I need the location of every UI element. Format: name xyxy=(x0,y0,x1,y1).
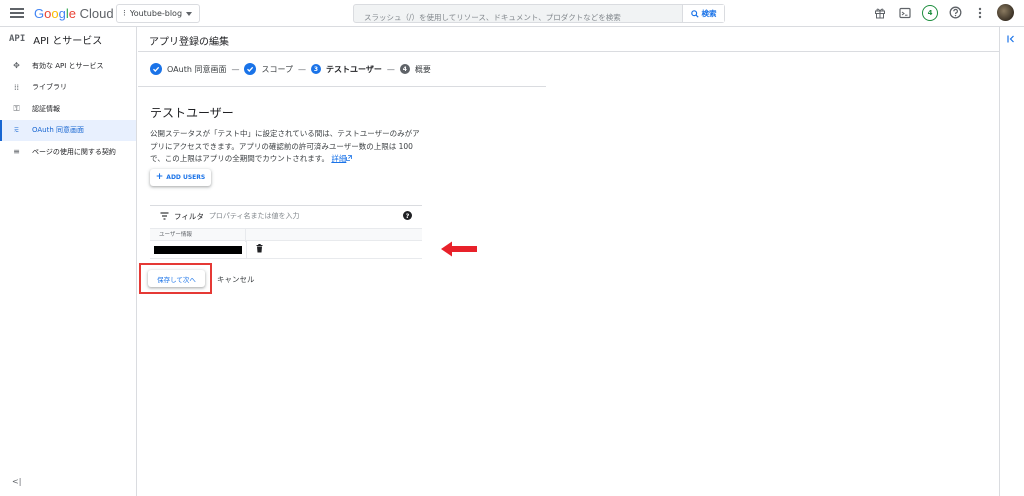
search-input[interactable] xyxy=(354,9,674,26)
sidebar-item-label: OAuth 同意画面 xyxy=(32,126,85,135)
delete-icon[interactable] xyxy=(256,244,263,256)
search-button[interactable]: 検索 xyxy=(682,5,724,22)
top-icons: 4 xyxy=(872,4,1014,21)
sidebar-item-oauth-consent[interactable]: ⩳ OAuth 同意画面 xyxy=(0,119,136,141)
step-number-3: 3 xyxy=(310,64,321,74)
step-separator: — xyxy=(231,64,240,74)
chevron-down-icon xyxy=(186,12,192,16)
step-separator: — xyxy=(297,64,306,74)
sidebar: API API とサービス ✥ 有効な API とサービス ⁞⁞ ライブラリ ⚿… xyxy=(0,27,137,496)
divider xyxy=(138,51,1000,52)
search-bar: 検索 xyxy=(353,4,725,26)
main-content: アプリ登録の編集 OAuth 同意画面 — スコープ — 3 テストユーザー —… xyxy=(138,27,1000,496)
project-icon: ⁝ xyxy=(123,8,126,19)
filter-bar: フィルタ xyxy=(150,206,422,226)
consent-icon: ⩳ xyxy=(14,125,19,135)
key-icon: ⚿ xyxy=(13,103,20,113)
sidebar-item-label: 認証情報 xyxy=(32,104,60,113)
add-users-label: ADD USERS xyxy=(166,174,206,181)
gift-icon[interactable] xyxy=(872,5,888,21)
table-header: ユーザー情報 xyxy=(150,228,422,242)
avatar[interactable] xyxy=(997,4,1014,21)
sidebar-header: API API とサービス xyxy=(0,27,136,51)
step-oauth-consent[interactable]: OAuth 同意画面 xyxy=(167,64,226,75)
check-icon xyxy=(244,63,257,75)
stepper: OAuth 同意画面 — スコープ — 3 テストユーザー — 4 概要 xyxy=(150,63,431,75)
sidebar-item-enabled-apis[interactable]: ✥ 有効な API とサービス xyxy=(0,55,136,77)
expand-panel-icon[interactable] xyxy=(1007,35,1015,45)
annotation-arrow-icon xyxy=(441,241,477,257)
step-separator: — xyxy=(386,64,395,74)
api-icon: API xyxy=(9,34,26,44)
description-text: 公開ステータスが「テスト中」に設定されている間は、テストユーザーのみがアプリにア… xyxy=(150,129,420,163)
settings-list-icon: ≡ xyxy=(13,147,20,157)
sidebar-item-page-usage-agreements[interactable]: ≡ ページの使用に関する契約 xyxy=(0,141,136,163)
cancel-button[interactable]: キャンセル xyxy=(217,274,255,285)
top-bar: Google Cloud ⁝ Youtube-blog 検索 4 xyxy=(0,0,1024,27)
step-number-4: 4 xyxy=(399,64,410,74)
divider xyxy=(138,86,546,87)
sidebar-item-credentials[interactable]: ⚿ 認証情報 xyxy=(0,98,136,120)
google-cloud-logo[interactable]: Google Cloud xyxy=(34,6,114,21)
project-selector[interactable]: ⁝ Youtube-blog xyxy=(116,4,200,23)
description: 公開ステータスが「テスト中」に設定されている間は、テストユーザーのみがアプリにア… xyxy=(150,128,426,166)
help-icon[interactable] xyxy=(947,5,963,21)
redacted-email xyxy=(154,246,242,254)
filter-input[interactable] xyxy=(208,212,369,220)
filter-icon xyxy=(160,212,169,220)
collapse-sidebar-icon[interactable]: <| xyxy=(12,477,21,486)
sidebar-item-label: ライブラリ xyxy=(32,83,67,92)
section-title: テストユーザー xyxy=(150,106,234,120)
terminal-icon[interactable] xyxy=(897,5,913,21)
step-test-users[interactable]: テストユーザー xyxy=(326,64,382,75)
details-link[interactable]: 詳細 xyxy=(331,154,353,163)
step-summary[interactable]: 概要 xyxy=(415,64,431,75)
sidebar-item-label: ページの使用に関する契約 xyxy=(32,147,116,156)
right-rail xyxy=(999,27,1024,496)
filter-label: フィルタ xyxy=(174,211,204,221)
step-scopes[interactable]: スコープ xyxy=(261,64,293,75)
save-and-continue-button[interactable]: 保存して次へ xyxy=(148,270,205,287)
add-users-button[interactable]: + ADD USERS xyxy=(150,169,211,186)
page-title: アプリ登録の編集 xyxy=(149,37,229,48)
open-in-new-icon xyxy=(346,155,353,161)
apis-icon: ✥ xyxy=(13,61,20,71)
check-icon xyxy=(150,63,162,75)
library-icon: ⁞⁞ xyxy=(13,82,20,92)
project-name: Youtube-blog xyxy=(129,9,183,18)
notification-badge[interactable]: 4 xyxy=(922,4,938,21)
test-users-table: フィルタ ? ユーザー情報 xyxy=(150,205,422,259)
sidebar-title: API とサービス xyxy=(33,35,103,47)
search-button-label: 検索 xyxy=(701,9,717,18)
sidebar-item-library[interactable]: ⁞⁞ ライブラリ xyxy=(0,77,136,99)
more-vert-icon[interactable] xyxy=(972,5,988,21)
table-row xyxy=(150,241,422,259)
plus-icon: + xyxy=(155,172,164,182)
search-icon xyxy=(690,9,699,18)
menu-icon[interactable] xyxy=(10,6,24,20)
help-icon[interactable]: ? xyxy=(403,211,412,220)
sidebar-item-label: 有効な API とサービス xyxy=(32,61,104,70)
